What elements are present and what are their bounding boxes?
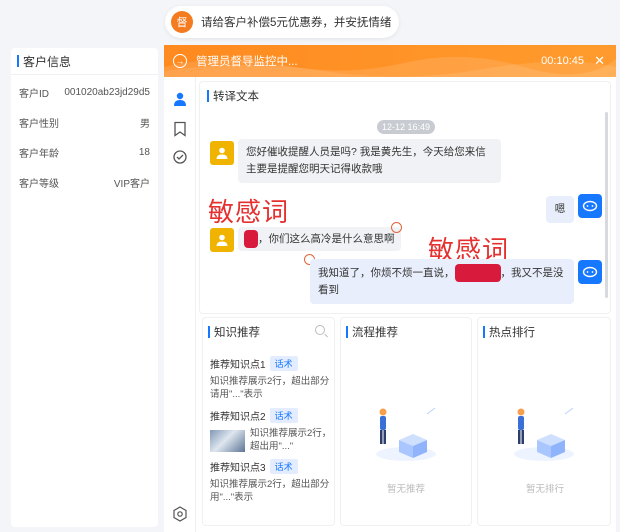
row-label: 客户ID (19, 88, 49, 100)
knowledge-panel: 知识推荐 推荐知识点1 话术 知识推荐展示2行，超出部分请用"..."表示 推荐知… (203, 318, 334, 525)
agent-avatar-icon (210, 228, 234, 252)
customer-info-title: 客户信息 (23, 54, 72, 69)
knowledge-item-desc: 知识推荐展示2行，超出用"..." (250, 428, 332, 452)
user-icon[interactable] (172, 91, 188, 107)
row-value: 男 (140, 118, 150, 130)
transcript-title: 转译文本 (213, 91, 259, 103)
tool-sidebar (164, 77, 196, 532)
process-panel: 流程推荐 暂无推荐 (341, 318, 471, 525)
title-accent-bar (483, 325, 485, 338)
supervisor-notice: 督 请给客户补偿5元优惠券，并安抚情绪 (165, 6, 399, 38)
process-title: 流程推荐 (352, 326, 398, 339)
agent-avatar-icon (210, 141, 234, 165)
masked-sensitive-word (244, 230, 258, 248)
knowledge-item-title: 推荐知识点3 (210, 463, 266, 474)
message-bubble-right: 嗯 (546, 196, 574, 223)
transcript-panel: 转译文本 12-12 16:49 您好催收提醒人员是吗? 我是黄先生，今天给您来… (200, 82, 610, 313)
hot-ranking-header: 热点排行 (478, 318, 610, 345)
customer-row-gender: 客户性别 男 (11, 107, 158, 137)
title-accent-bar (207, 90, 209, 102)
title-accent-bar (346, 325, 348, 338)
knowledge-header: 知识推荐 (203, 318, 334, 345)
arrow-right-icon: → (173, 54, 187, 68)
empty-state-text: 暂无推荐 (387, 484, 426, 495)
customer-row-age: 客户年龄 18 (11, 137, 158, 167)
knowledge-item[interactable]: 推荐知识点3 话术 知识推荐展示2行，超出部分用"..."表示 (210, 459, 334, 504)
knowledge-item-desc: 知识推荐展示2行，超出部分请用"..."表示 (210, 376, 330, 400)
knowledge-item-desc: 知识推荐展示2行，超出部分用"..."表示 (210, 479, 330, 503)
process-header: 流程推荐 (341, 318, 471, 345)
message-text: ，你们这么高冷是什么意思啊 (258, 232, 395, 245)
customer-row-id: 客户ID 001020ab23jd29d5 (11, 77, 158, 107)
search-icon[interactable] (315, 325, 325, 335)
title-accent-bar (17, 55, 19, 67)
empty-state-text: 暂无排行 (526, 484, 565, 495)
customer-info-panel: 客户信息 客户ID 001020ab23jd29d5 客户性别 男 客户年龄 1… (11, 48, 158, 527)
knowledge-tag: 话术 (269, 408, 298, 423)
title-accent-bar (208, 325, 210, 338)
knowledge-item[interactable]: 推荐知识点2 话术 知识推荐展示2行，超出用"..." (210, 408, 334, 453)
knowledge-item[interactable]: 推荐知识点1 话术 知识推荐展示2行，超出部分请用"..."表示 (210, 356, 334, 401)
knowledge-item-title: 推荐知识点2 (210, 412, 266, 423)
message-timestamp: 12-12 16:49 (377, 120, 435, 134)
transcript-scrollbar[interactable] (605, 112, 608, 298)
monitor-status-label: 管理员督导监控中... (196, 56, 298, 68)
monitor-header: → 管理员督导监控中... 00:10:45 ✕ (164, 45, 616, 77)
row-value: 001020ab23jd29d5 (64, 86, 150, 98)
customer-info-rows: 客户ID 001020ab23jd29d5 客户性别 男 客户年龄 18 客户等… (11, 75, 158, 197)
settings-icon[interactable] (172, 506, 188, 522)
knowledge-title: 知识推荐 (214, 326, 260, 339)
knowledge-tag: 话术 (269, 459, 298, 474)
notice-text: 请给客户补偿5元优惠券，并安抚情绪 (201, 17, 392, 29)
row-value: 18 (138, 146, 150, 158)
angry-emotion-icon (391, 222, 402, 233)
bot-icon (578, 194, 602, 218)
customer-info-header: 客户信息 (11, 48, 158, 75)
bot-icon (578, 260, 602, 284)
call-timer: 00:10:45 (541, 55, 584, 67)
row-value: VIP客户 (113, 178, 150, 190)
customer-row-level: 客户等级 VIP客户 (11, 167, 158, 197)
sensitive-word-label: 敏感词 (208, 198, 290, 228)
headset-icon[interactable] (172, 149, 188, 165)
masked-sensitive-word (454, 264, 501, 282)
transcript-header: 转译文本 (200, 82, 610, 110)
close-button[interactable]: ✕ (594, 53, 605, 69)
hot-ranking-panel: 热点排行 暂无排行 (478, 318, 610, 525)
row-label: 客户等级 (19, 178, 59, 190)
knowledge-thumbnail-image (210, 430, 245, 452)
empty-state-illustration (514, 407, 574, 461)
knowledge-item-title: 推荐知识点1 (210, 360, 266, 371)
message-text: 我知道了，你烦不烦一直说， (318, 266, 455, 279)
row-label: 客户性别 (19, 118, 59, 130)
row-label: 客户年龄 (19, 148, 59, 160)
knowledge-tag: 话术 (269, 356, 298, 371)
message-bubble-right: 我知道了，你烦不烦一直说， ，我又不是没看到 (310, 259, 574, 304)
message-bubble-left: ，你们这么高冷是什么意思啊 (238, 227, 401, 251)
empty-state-illustration (376, 407, 436, 461)
hot-ranking-title: 热点排行 (489, 326, 535, 339)
message-bubble-left: 您好催收提醒人员是吗? 我是黄先生，今天给您来信主要是提醒您明天记得收款哦 (238, 139, 501, 183)
supervisor-badge-icon: 督 (171, 11, 193, 33)
bookmark-icon[interactable] (172, 121, 188, 137)
